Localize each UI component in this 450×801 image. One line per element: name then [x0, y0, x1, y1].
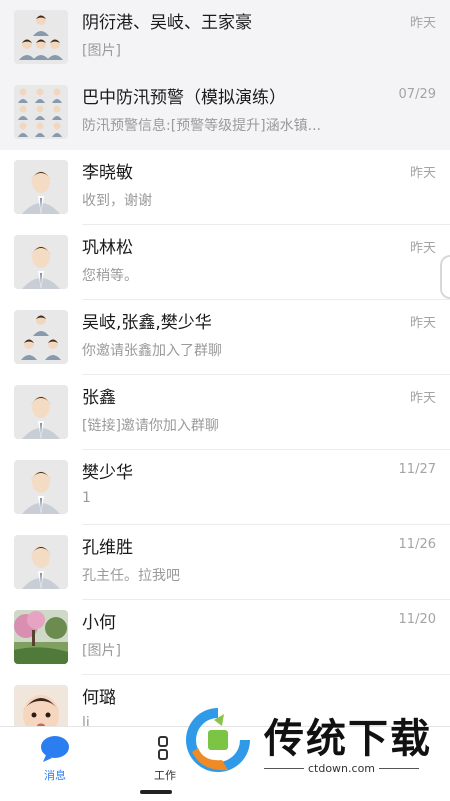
- chat-name: 樊少华: [82, 463, 133, 483]
- chat-item[interactable]: 樊少华 1 11/27: [0, 450, 450, 525]
- group-avatar: [14, 85, 68, 139]
- chat-time: 11/27: [398, 462, 436, 477]
- photo-avatar: [14, 685, 68, 726]
- chat-name: 孔维胜: [82, 538, 133, 558]
- tab-messages-label: 消息: [44, 769, 66, 782]
- chat-preview: 防汛预警信息:[预警等级提升]涵水镇...: [82, 118, 321, 134]
- chat-item[interactable]: 孔维胜 孔主任。拉我吧 11/26: [0, 525, 450, 600]
- chat-name: 巩林松: [82, 238, 133, 258]
- chat-item[interactable]: 阴衍港、吴岐、王家豪 [图片] 昨天: [0, 0, 450, 75]
- grid-icon: [150, 735, 180, 763]
- chat-name: 吴岐,张鑫,樊少华: [82, 313, 212, 333]
- watermark: 传统下载 ctdown.com: [178, 700, 448, 780]
- person-avatar: [14, 385, 68, 439]
- chat-time: 昨天: [409, 166, 436, 181]
- chat-preview: li: [82, 715, 90, 726]
- scroll-handle[interactable]: [440, 255, 450, 299]
- chat-item[interactable]: 巴中防汛预警（模拟演练） 防汛预警信息:[预警等级提升]涵水镇... 07/29: [0, 75, 450, 150]
- chat-item[interactable]: 李晓敏 收到，谢谢 昨天: [0, 150, 450, 225]
- chat-name: 阴衍港、吴岐、王家豪: [82, 13, 252, 33]
- person-avatar: [14, 235, 68, 289]
- chat-preview: [图片]: [82, 43, 121, 59]
- chat-name: 小何: [82, 613, 116, 633]
- divider: [379, 768, 419, 769]
- chat-preview: 您稍等。: [82, 268, 138, 284]
- watermark-logo-icon: [186, 708, 250, 772]
- chat-preview: [图片]: [82, 643, 121, 659]
- chat-time: 昨天: [409, 241, 436, 256]
- chat-name: 张鑫: [82, 388, 116, 408]
- chat-name: 李晓敏: [82, 163, 133, 183]
- person-avatar: [14, 535, 68, 589]
- person-avatar: [14, 160, 68, 214]
- chat-preview: 1: [82, 490, 91, 506]
- watermark-text: 传统下载: [264, 716, 432, 762]
- chat-time: 11/20: [398, 612, 436, 627]
- chat-name: 巴中防汛预警（模拟演练）: [82, 88, 286, 108]
- chat-time: 07/29: [398, 87, 436, 102]
- chat-time: 昨天: [409, 16, 436, 31]
- chat-time: 11/26: [398, 537, 436, 552]
- chat-bubble-icon: [40, 735, 70, 763]
- chat-name: 何璐: [82, 688, 116, 708]
- group-avatar: [14, 310, 68, 364]
- chat-time: 昨天: [409, 391, 436, 406]
- home-indicator: [140, 790, 172, 794]
- chat-list: 阴衍港、吴岐、王家豪 [图片] 昨天 巴中防汛预警（模拟演练） 防汛预警信息:[…: [0, 0, 450, 726]
- chat-preview: 你邀请张鑫加入了群聊: [82, 343, 222, 359]
- photo-avatar: [14, 610, 68, 664]
- group-avatar: [14, 10, 68, 64]
- chat-item[interactable]: 巩林松 您稍等。 昨天: [0, 225, 450, 300]
- chat-preview: 收到，谢谢: [82, 193, 152, 209]
- chat-item[interactable]: 吴岐,张鑫,樊少华 你邀请张鑫加入了群聊 昨天: [0, 300, 450, 375]
- chat-item[interactable]: 小何 [图片] 11/20: [0, 600, 450, 675]
- chat-item[interactable]: 张鑫 [链接]邀请你加入群聊 昨天: [0, 375, 450, 450]
- person-avatar: [14, 460, 68, 514]
- chat-time: 昨天: [409, 316, 436, 331]
- chat-preview: [链接]邀请你加入群聊: [82, 418, 219, 434]
- tab-messages[interactable]: 消息: [0, 727, 110, 793]
- chat-preview: 孔主任。拉我吧: [82, 568, 180, 584]
